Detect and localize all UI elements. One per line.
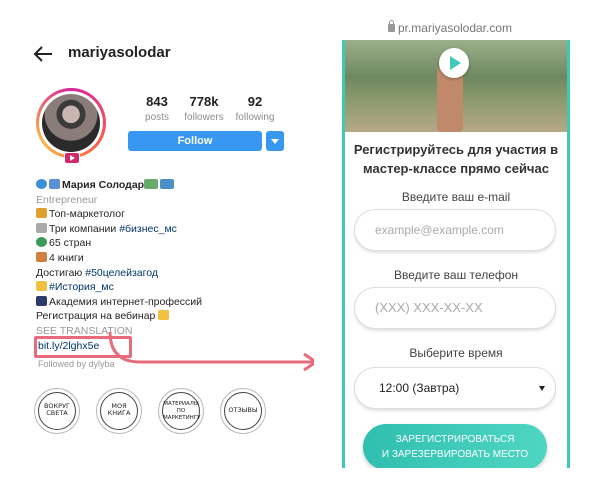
time-select[interactable]: 12:00 (Завтра) (355, 368, 555, 408)
story-highlight-book[interactable]: МОЯ КНИГА (96, 388, 142, 434)
money-icon (144, 179, 159, 189)
suggested-accounts-dropdown[interactable] (266, 131, 284, 151)
stat-posts[interactable]: 843 posts (130, 94, 184, 123)
landing-page-screen: pr.mariyasolodar.com Регистрируйтесь для… (314, 18, 586, 468)
profile-username: mariyasolodar (68, 44, 171, 61)
igtv-icon[interactable] (64, 152, 80, 164)
register-button[interactable]: ЗАРЕГИСТРИРОВАТЬСЯ И ЗАРЕЗЕРВИРОВАТЬ МЕС… (363, 424, 547, 468)
airplane-icon (49, 179, 60, 189)
pointing-hand-icon (36, 281, 47, 292)
profile-category: Entrepreneur (36, 193, 98, 206)
bio-link[interactable]: bit.ly/2lghx5e (38, 340, 99, 352)
globe-icon (36, 237, 47, 248)
time-selected-value: 12:00 (Завтра) (379, 381, 460, 395)
arrow-icon (108, 331, 319, 372)
hashtag-history-link[interactable]: #История_мс (49, 281, 114, 293)
hashtag-goals-link[interactable]: #50целейзагод (85, 267, 158, 279)
beach-icon (160, 179, 175, 189)
instagram-profile: mariyasolodar 843 posts 778k followers 9… (22, 32, 284, 442)
books-icon (36, 251, 47, 262)
page-url: pr.mariyasolodar.com (397, 21, 513, 35)
video-thumbnail[interactable] (345, 40, 567, 132)
chart-icon (36, 208, 47, 219)
follow-button[interactable]: Follow (128, 131, 262, 151)
play-icon[interactable] (439, 48, 469, 78)
email-label: Введите ваш e-mail (401, 190, 511, 204)
avatar-photo (42, 94, 100, 152)
story-highlight-travel[interactable]: ВОКРУГ СВЕТА (34, 388, 80, 434)
graduation-cap-icon (36, 295, 47, 306)
profile-header: mariyasolodar (22, 32, 284, 76)
stat-followers[interactable]: 778k followers (177, 94, 231, 123)
pointing-down-icon (158, 310, 170, 321)
story-highlight-materials[interactable]: МАТЕРИАЛЫ ПО МАРКЕТИНГУ (158, 388, 204, 434)
avatar[interactable] (36, 88, 106, 158)
hashtag-business-link[interactable]: #бизнес_мс (119, 223, 177, 235)
registration-form: Регистрируйтесь для участия в мастер-кла… (342, 40, 570, 468)
stat-following[interactable]: 92 following (228, 94, 282, 123)
globe-icon (36, 179, 47, 189)
profile-bio: Мария Солодар Entrepreneur Топ-маркетоло… (36, 178, 282, 339)
phone-label: Введите ваш телефон (393, 268, 519, 282)
page-heading: Регистрируйтесь для участия в мастер-кла… (353, 142, 559, 176)
address-bar[interactable]: pr.mariyasolodar.com (314, 18, 586, 38)
phone-field[interactable]: (XXX) XXX-XX-XX (355, 288, 555, 328)
rocket-icon (36, 222, 47, 233)
caret-down-icon (539, 386, 545, 391)
lock-icon (387, 20, 395, 32)
email-field[interactable]: example@example.com (355, 210, 555, 250)
profile-name: Мария Солодар (62, 179, 145, 191)
back-arrow-icon[interactable] (32, 44, 54, 64)
story-highlight-reviews[interactable]: ОТЗЫВЫ (220, 388, 266, 434)
time-label: Выберите время (409, 346, 503, 360)
